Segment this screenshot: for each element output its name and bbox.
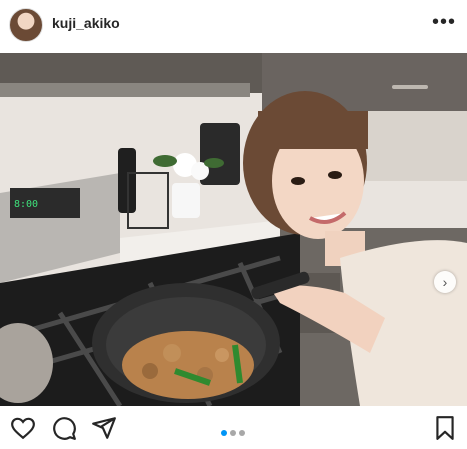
carousel-indicator (219, 423, 246, 436)
comment-icon[interactable] (51, 415, 77, 441)
more-options-icon[interactable]: ••• (429, 10, 459, 34)
post-photo[interactable]: 8:00 › (0, 53, 467, 406)
svg-text:8:00: 8:00 (14, 199, 38, 210)
carousel-dot (238, 430, 245, 436)
action-bar (0, 406, 467, 449)
kitchen-photo: 8:00 (0, 53, 467, 406)
share-icon[interactable] (91, 415, 117, 441)
heart-icon[interactable] (10, 415, 36, 441)
post-header: kuji_akiko ••• (0, 0, 467, 52)
bookmark-icon[interactable] (432, 415, 458, 441)
avatar[interactable] (9, 8, 43, 42)
carousel-dot-active (220, 430, 227, 436)
carousel-dot (229, 430, 236, 436)
chevron-right-icon[interactable]: › (434, 271, 456, 293)
username-link[interactable]: kuji_akiko (52, 15, 120, 31)
